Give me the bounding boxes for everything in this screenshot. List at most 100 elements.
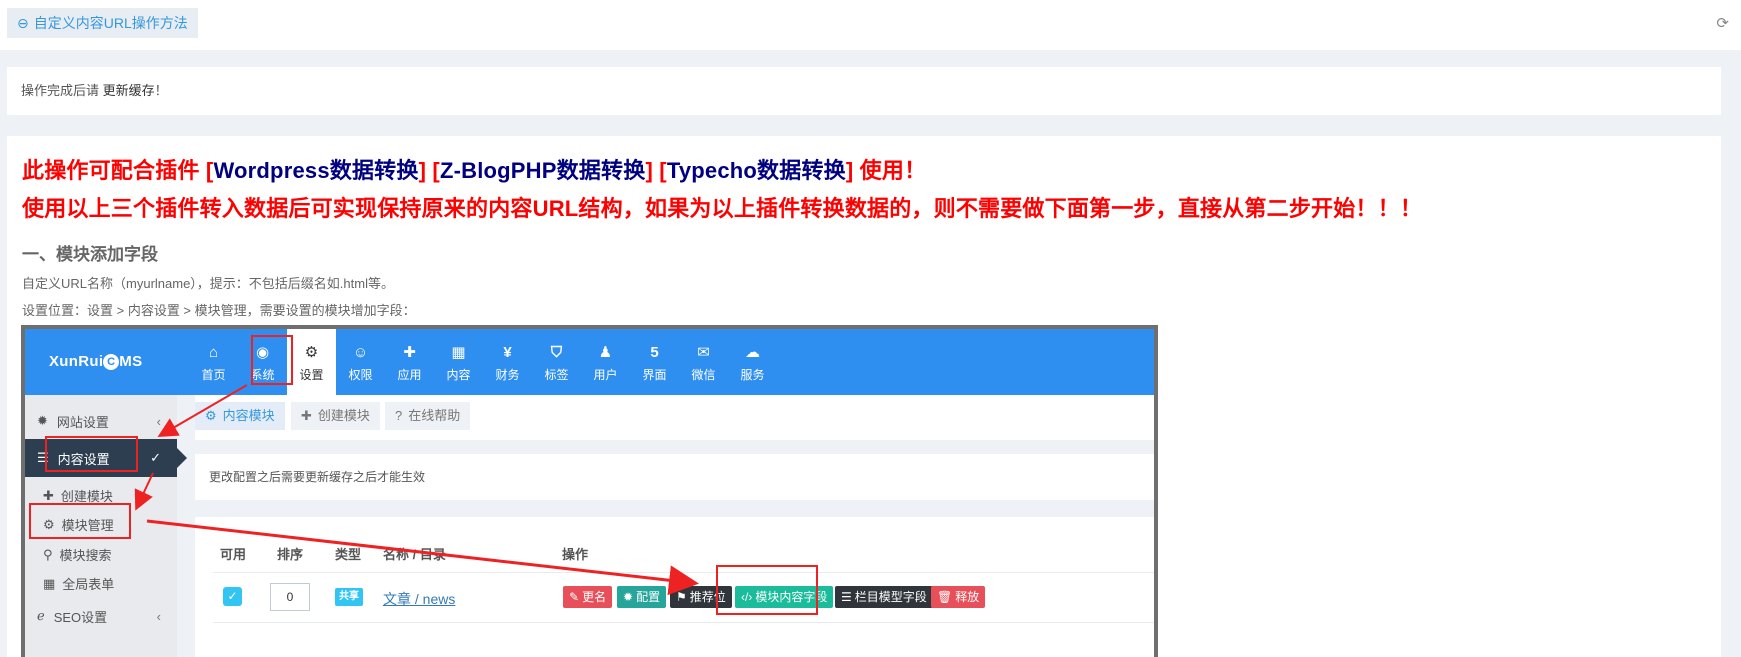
col-header-type: 类型 — [335, 547, 362, 562]
plugin-wordpress: Wordpress数据转换 — [213, 158, 419, 183]
cms-nav: ⌂ 首页 ◉ 系统 ⚙ 设置 ☺ 权限 ✚ 应用 ▦ 内容 ¥ 财务 ⛉ 标签 ♟ 用户 5 界面 … — [189, 329, 777, 395]
tab-create-module[interactable]: ✚ 创建模块 — [291, 402, 380, 430]
nav-apps[interactable]: ✚ 应用 — [385, 329, 434, 395]
cms-sidebar: ✹ 网站设置 ‹ ☰ 内容设置 ✓ ✚ 创建模块 ⚙ 模块管理 ⚲ 模块搜索 ▦ 全局表… — [25, 395, 187, 657]
cloud-icon: ☁ — [745, 344, 760, 361]
nav-tags[interactable]: ⛉ 标签 — [532, 329, 581, 395]
puzzle-icon: ✚ — [403, 344, 416, 361]
cms-screenshot: XunRui C MS ⌂ 首页 ◉ 系统 ⚙ 设置 ☺ 权限 ✚ 应用 ▦ 内容 ¥ 财务 ⛉ 标… — [21, 325, 1158, 657]
content-tabbar: ⚙ 内容模块 ✚ 创建模块 ? 在线帮助 — [195, 395, 1154, 440]
cms-header: XunRui C MS ⌂ 首页 ◉ 系统 ⚙ 设置 ☺ 权限 ✚ 应用 ▦ 内容 ¥ 财务 ⛉ 标… — [25, 329, 1154, 395]
nav-settings[interactable]: ⚙ 设置 — [287, 329, 336, 395]
sidebar-module-search[interactable]: ⚲ 模块搜索 — [25, 540, 177, 569]
headline-line1: 此操作可配合插件 [Wordpress数据转换] [Z-BlogPHP数据转换]… — [22, 158, 927, 183]
category-model-fields-button[interactable]: ☰ 栏目模型字段 — [835, 586, 933, 608]
notice-prefix: 操作完成后请 — [21, 83, 100, 98]
sidebar-global-forms[interactable]: ▦ 全局表单 — [25, 569, 177, 598]
nav-finance[interactable]: ¥ 财务 — [483, 329, 532, 395]
col-header-order: 排序 — [277, 547, 304, 562]
plus-icon: ✚ — [301, 408, 312, 423]
tag-icon: ⛉ — [550, 344, 563, 361]
sidebar-content-settings[interactable]: ☰ 内容设置 ✓ — [25, 439, 187, 477]
config-button[interactable]: ✹ 配置 — [617, 586, 667, 608]
chevron-down-icon: ✓ — [150, 450, 161, 465]
flag-icon: ⚑ — [676, 590, 687, 604]
page-tab-label: 自定义内容URL操作方法 — [33, 15, 188, 31]
user-circle-icon: ☺ — [352, 344, 369, 361]
page-tab[interactable]: ⊖ 自定义内容URL操作方法 — [7, 8, 198, 38]
top-bar: ⊖ 自定义内容URL操作方法 ⟳ — [0, 0, 1741, 50]
nav-system[interactable]: ◉ 系统 — [238, 329, 287, 395]
enabled-checkbox[interactable]: ✓ — [223, 587, 242, 606]
ie-icon: ℯ — [37, 608, 45, 623]
bars-icon: ☰ — [37, 450, 49, 465]
sidebar-create-module[interactable]: ✚ 创建模块 — [25, 481, 177, 510]
headline-intro: 此操作可配合插件 — [22, 158, 206, 183]
notice-bar: 操作完成后请 更新缓存！ — [7, 67, 1721, 115]
logo-drop-icon: C — [103, 354, 120, 371]
notice-suffix: ！ — [154, 83, 168, 98]
sidebar-module-manage[interactable]: ⚙ 模块管理 — [25, 510, 177, 539]
config-tip: 更改配置之后需要更新缓存之后才能生效 — [195, 454, 1154, 500]
order-input[interactable]: 0 — [270, 583, 310, 611]
nav-wechat[interactable]: ✉ 微信 — [679, 329, 728, 395]
nav-users[interactable]: ♟ 用户 — [581, 329, 630, 395]
bars-icon: ☰ — [841, 590, 852, 604]
plugin-zblog: Z-BlogPHP数据转换 — [439, 158, 646, 183]
table-icon: ▦ — [43, 575, 56, 591]
yen-icon: ¥ — [503, 344, 512, 361]
tab-online-help[interactable]: ? 在线帮助 — [385, 402, 471, 430]
html5-icon: 5 — [650, 344, 659, 361]
nav-content[interactable]: ▦ 内容 — [434, 329, 483, 395]
code-icon: ‹/› — [741, 590, 753, 604]
section-desc-1: 自定义URL名称（myurlname），提示：不包括后缀名如.html等。 — [22, 276, 394, 291]
col-header-name: 名称 / 目录 — [383, 547, 446, 562]
rename-button[interactable]: ✎ 更名 — [563, 586, 613, 608]
type-badge: 共享 — [335, 588, 363, 606]
sidebar-seo-settings[interactable]: ℯ SEO设置 ‹ — [25, 597, 177, 635]
chevron-left-icon: ‹ — [156, 608, 161, 624]
nav-permissions[interactable]: ☺ 权限 — [336, 329, 385, 395]
plugin-typecho: Typecho数据转换 — [666, 158, 846, 183]
wechat-icon: ✉ — [697, 344, 710, 361]
headline-line2: 使用以上三个插件转入数据后可实现保持原来的内容URL结构，如果为以上插件转换数据… — [22, 196, 1423, 221]
nav-interface[interactable]: 5 界面 — [630, 329, 679, 395]
module-name-link[interactable]: 文章 / news — [383, 589, 455, 609]
update-cache-link[interactable]: 更新缓存 — [103, 83, 155, 98]
section-desc-2: 设置位置：设置 > 内容设置 > 模块管理，需要设置的模块增加字段： — [22, 303, 416, 318]
refresh-icon[interactable]: ⟳ — [1716, 14, 1729, 32]
cogs-icon: ⚙ — [205, 408, 217, 423]
module-content-fields-button[interactable]: ‹/› 模块内容字段 — [735, 586, 834, 608]
question-icon: ? — [395, 408, 403, 423]
nav-services[interactable]: ☁ 服务 — [728, 329, 777, 395]
cms-logo: XunRui C MS — [49, 353, 143, 371]
col-header-actions: 操作 — [562, 547, 589, 562]
col-header-enabled: 可用 — [220, 547, 247, 562]
trash-icon: 🗑 — [937, 590, 953, 604]
tab-content-modules[interactable]: ⚙ 内容模块 — [195, 402, 285, 430]
cogs-icon: ⚙ — [304, 344, 319, 361]
table-divider — [213, 572, 1154, 573]
grid-icon: ▦ — [451, 344, 466, 361]
gear-icon: ✹ — [623, 590, 634, 604]
recommend-button[interactable]: ⚑ 推荐位 — [670, 586, 732, 608]
link-icon: ⊖ — [17, 15, 29, 31]
section-title: 一、模块添加字段 — [22, 245, 158, 264]
edit-icon: ✎ — [569, 590, 580, 604]
headline-outro: 使用！ — [853, 158, 927, 183]
main-panel: 此操作可配合插件 [Wordpress数据转换] [Z-BlogPHP数据转换]… — [7, 136, 1721, 657]
chevron-left-icon: ‹ — [156, 413, 161, 429]
sidebar-website-settings[interactable]: ✹ 网站设置 ‹ — [25, 402, 177, 440]
cogs-icon: ⚙ — [43, 516, 55, 532]
plus-icon: ✚ — [43, 487, 54, 503]
module-table: 可用 排序 类型 名称 / 目录 操作 ✓ 0 共享 文章 / news ✎ 更名… — [195, 517, 1154, 657]
globe-icon: ◉ — [255, 344, 270, 361]
user-icon: ♟ — [598, 344, 613, 361]
search-icon: ⚲ — [43, 546, 53, 562]
cms-content: ⚙ 内容模块 ✚ 创建模块 ? 在线帮助 更改配置之后需要更新缓存之后才能生效 可用 … — [195, 395, 1154, 657]
gear-icon: ✹ — [37, 413, 48, 428]
release-button[interactable]: 🗑 释放 — [931, 586, 986, 608]
nav-home[interactable]: ⌂ 首页 — [189, 329, 238, 395]
table-divider — [213, 622, 1154, 623]
home-icon: ⌂ — [208, 344, 219, 361]
